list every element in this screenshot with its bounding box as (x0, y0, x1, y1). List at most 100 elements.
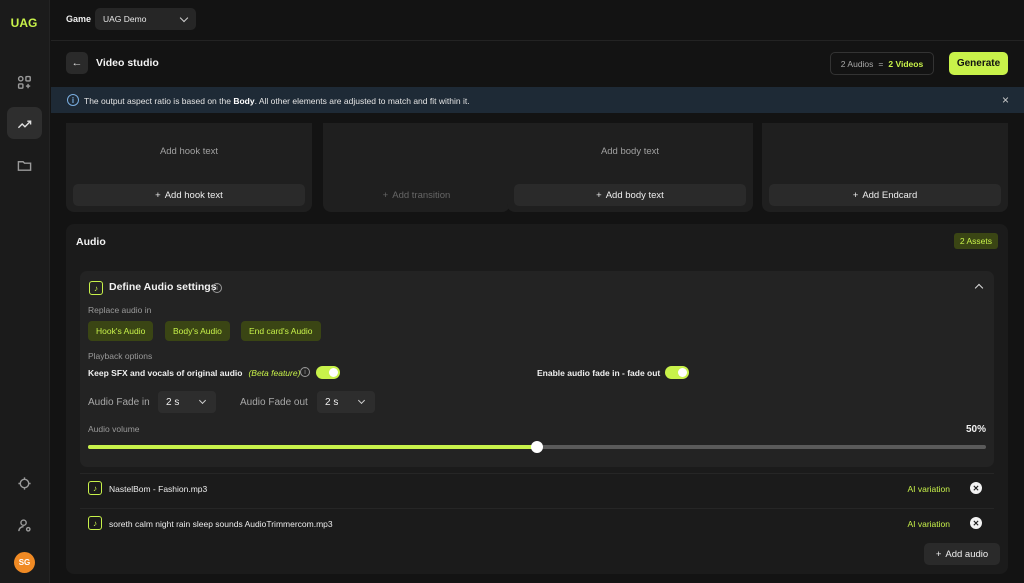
audio-file-row[interactable]: ♪ NastelBom - Fashion.mp3 AI variation ✕ (80, 473, 994, 501)
ai-variation-link[interactable]: AI variation (907, 484, 950, 494)
videos-count: 2 Videos (888, 58, 924, 69)
volume-label: Audio volume (88, 424, 140, 434)
add-endcard-button[interactable]: + Add Endcard (769, 184, 1001, 206)
transition-card: + Add transition (323, 123, 510, 212)
info-icon[interactable]: i (212, 283, 222, 293)
chevron-down-icon (198, 396, 207, 405)
music-note-icon: ♪ (89, 281, 103, 295)
music-note-icon: ♪ (88, 481, 102, 495)
output-count-summary: 2 Audios = 2 Videos (830, 52, 934, 75)
add-transition-label: Add transition (392, 189, 451, 201)
volume-slider-thumb[interactable] (531, 441, 543, 453)
replace-hook-audio-chip[interactable]: Hook's Audio (88, 321, 154, 341)
add-audio-label: Add audio (945, 548, 989, 560)
folder-nav-button[interactable] (7, 149, 42, 181)
endcard-card: + Add Endcard (762, 123, 1008, 212)
volume-percent: 50% (965, 424, 986, 435)
fade-in-select[interactable]: 2 s (158, 391, 216, 413)
trend-chart-icon (17, 119, 32, 128)
plus-icon: + (935, 548, 942, 560)
plus-icon: + (382, 189, 389, 201)
add-hook-text-label: Add hook text (164, 189, 223, 201)
volume-slider-fill (88, 445, 537, 449)
assets-badge: 2 Assets (953, 233, 998, 249)
top-bar: Game UAG Demo (51, 0, 1024, 41)
fade-out-select[interactable]: 2 s (317, 391, 375, 413)
add-body-text-button[interactable]: + Add body text (514, 184, 746, 206)
keep-sfx-label: Keep SFX and vocals of original audio (Be… (88, 368, 300, 378)
back-button[interactable]: ← (66, 52, 88, 74)
team-nav-button[interactable] (7, 509, 42, 541)
hook-card-hint: Add hook text (159, 146, 219, 157)
plus-icon: + (852, 189, 859, 201)
audio-section-title: Audio (76, 236, 106, 248)
page-header: ← Video studio 2 Audios = 2 Videos Gener… (51, 41, 1024, 87)
fade-toggle-label: Enable audio fade in - fade out (537, 368, 661, 378)
info-banner: i The output aspect ratio is based on th… (51, 87, 1024, 113)
fade-in-label: Audio Fade in (88, 397, 150, 408)
audio-file-row[interactable]: ♪ soreth calm night rain sleep sounds Au… (80, 508, 994, 536)
app-logo[interactable]: UAG (7, 9, 41, 37)
chevron-up-icon[interactable] (974, 283, 984, 293)
audio-file-name: NastelBom - Fashion.mp3 (109, 484, 208, 494)
chevron-down-icon (179, 13, 189, 23)
game-select[interactable]: UAG Demo (95, 8, 196, 30)
add-endcard-label: Add Endcard (862, 189, 918, 201)
add-transition-button[interactable]: + Add transition (330, 184, 503, 206)
banner-text-end: . All other elements are adjusted to mat… (254, 96, 470, 106)
composition-cards: Add hook text + Add hook text + Add transi… (66, 123, 1008, 212)
body-card-hint: Add body text (600, 146, 660, 157)
user-settings-icon (18, 518, 31, 532)
audio-section: Audio 2 Assets ♪ Define Audio settings i… (66, 224, 1008, 574)
beta-feature-label: (Beta feature) (248, 368, 301, 378)
arrow-left-icon: ← (71, 57, 83, 69)
keep-sfx-text: Keep SFX and vocals of original audio (88, 368, 243, 378)
replace-body-audio-chip[interactable]: Body's Audio (165, 321, 230, 341)
folder-icon (17, 160, 32, 171)
audio-settings-title[interactable]: Define Audio settings (109, 281, 217, 293)
plug-icon (18, 476, 31, 490)
apps-grid-icon (17, 75, 31, 89)
music-note-icon: ♪ (88, 516, 102, 530)
ai-variation-link[interactable]: AI variation (907, 519, 950, 529)
analytics-nav-button[interactable] (7, 107, 42, 139)
audio-settings-panel: ♪ Define Audio settings i Replace audio … (80, 271, 994, 467)
fade-in-value: 2 s (166, 396, 180, 408)
add-hook-text-button[interactable]: + Add hook text (73, 184, 305, 206)
apps-nav-button[interactable] (7, 66, 42, 98)
volume-slider[interactable] (88, 441, 986, 453)
banner-text-bold: Body (233, 96, 255, 106)
generate-button[interactable]: Generate (949, 52, 1008, 75)
chevron-down-icon (357, 396, 366, 405)
integrations-nav-button[interactable] (7, 467, 42, 499)
user-avatar[interactable]: SG (14, 552, 35, 573)
audio-file-name: soreth calm night rain sleep sounds Audi… (109, 519, 333, 529)
close-icon[interactable]: × (1002, 93, 1009, 107)
hook-card: Add hook text + Add hook text (66, 123, 312, 212)
game-select-value: UAG Demo (103, 14, 147, 24)
sidebar: UAG SG (0, 0, 50, 583)
audio-fade-toggle[interactable] (665, 366, 689, 379)
add-audio-button[interactable]: + Add audio (924, 543, 1000, 565)
equals-sign: = (878, 58, 884, 69)
plus-icon: + (596, 189, 602, 201)
game-label: Game (66, 14, 92, 24)
info-icon[interactable]: i (300, 367, 310, 377)
replace-endcard-audio-chip[interactable]: End card's Audio (241, 321, 321, 341)
toggle-knob (678, 368, 687, 377)
playback-options-label: Playback options (88, 351, 153, 361)
banner-text-start: The output aspect ratio is based on the (84, 96, 234, 106)
audios-count: 2 Audios (840, 58, 874, 69)
remove-audio-icon[interactable]: ✕ (970, 517, 982, 529)
add-body-text-label: Add body text (605, 189, 664, 201)
banner-text: The output aspect ratio is based on the … (84, 96, 470, 106)
body-card: Add body text + Add body text (507, 123, 753, 212)
info-icon: i (67, 94, 79, 106)
page-title: Video studio (96, 57, 159, 69)
remove-audio-icon[interactable]: ✕ (970, 482, 982, 494)
fade-out-value: 2 s (325, 396, 339, 408)
keep-sfx-toggle[interactable] (316, 366, 340, 379)
toggle-knob (329, 368, 338, 377)
plus-icon: + (155, 189, 161, 201)
fade-out-label: Audio Fade out (240, 397, 308, 408)
